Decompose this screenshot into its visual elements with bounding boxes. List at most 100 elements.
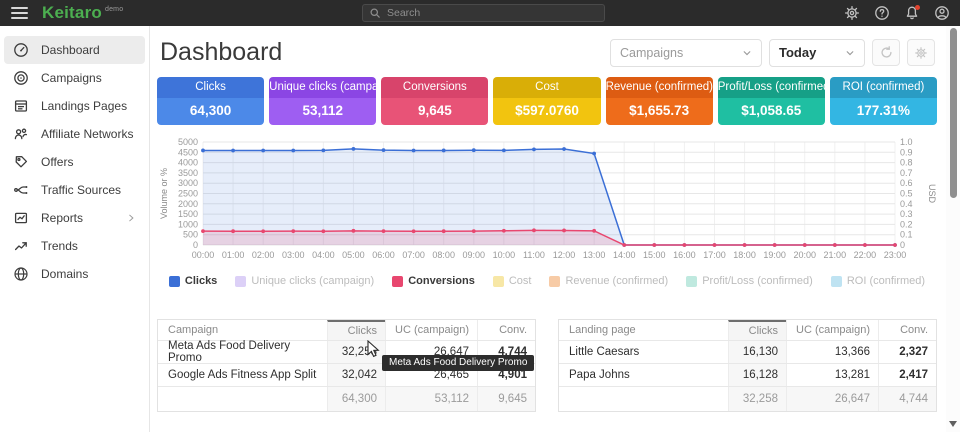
svg-text:07:00: 07:00 — [402, 250, 425, 260]
chart-legend: Clicks Unique clicks (campaign) Conversion… — [157, 273, 937, 289]
metric-card: Cost$597.0760 — [493, 77, 600, 125]
svg-text:0.2: 0.2 — [900, 219, 913, 229]
legend-label: Cost — [509, 275, 532, 287]
topbar: Keitarodemo — [0, 0, 960, 26]
sidebar-item-offers[interactable]: Offers — [4, 148, 145, 176]
totals-value-cell: 64,300 — [327, 387, 385, 411]
metric-card-value: 64,300 — [157, 98, 264, 125]
settings-gear-icon[interactable] — [843, 5, 860, 22]
sidebar-item-label: Landings Pages — [41, 99, 127, 113]
totals-empty-cell — [158, 387, 327, 411]
sidebar-item-label: Dashboard — [41, 43, 100, 57]
legend-item[interactable]: Cost — [493, 275, 532, 287]
column-header[interactable]: Clicks — [327, 320, 385, 340]
target-icon — [13, 70, 29, 86]
global-search[interactable] — [362, 4, 605, 22]
column-header[interactable]: UC (campaign) — [385, 320, 477, 340]
sidebar-item-campaigns[interactable]: Campaigns — [4, 64, 145, 92]
row-name-cell: Meta Ads Food Delivery Promo — [158, 341, 327, 363]
table-header-row: Landing pageClicksUC (campaign)Conv. — [559, 320, 936, 341]
sidebar-item-affiliate-networks[interactable]: Affiliate Networks — [4, 120, 145, 148]
legend-item[interactable]: Profit/Loss (confirmed) — [686, 275, 813, 287]
metric-card-label: Conversions — [381, 77, 488, 98]
svg-text:18:00: 18:00 — [733, 250, 756, 260]
dashboard-chart: 00:0001:0002:0003:0004:0005:0006:0007:00… — [157, 135, 937, 289]
row-value-cell: 32,042 — [327, 364, 385, 386]
scrollbar-thumb[interactable] — [950, 28, 957, 198]
legend-chip — [392, 276, 403, 287]
search-input[interactable] — [387, 7, 604, 19]
help-icon[interactable] — [873, 5, 890, 22]
metric-card-value: 53,112 — [269, 98, 376, 125]
notification-dot — [915, 5, 920, 10]
svg-text:2500: 2500 — [178, 189, 198, 199]
row-value-cell: 16,128 — [728, 364, 786, 386]
summary-tables: CampaignClicksUC (campaign)Conv.Meta Ads… — [157, 319, 937, 412]
metric-card-label: Cost — [493, 77, 600, 98]
brand-logo[interactable]: Keitarodemo — [42, 3, 123, 23]
date-range-select[interactable]: Today — [769, 39, 865, 67]
scrollbar-down-arrow[interactable] — [949, 421, 957, 427]
svg-text:02:00: 02:00 — [252, 250, 275, 260]
legend-chip — [235, 276, 246, 287]
sidebar-item-reports[interactable]: Reports — [4, 204, 145, 232]
column-header[interactable]: Clicks — [728, 320, 786, 340]
svg-text:0.5: 0.5 — [900, 189, 913, 199]
legend-chip — [549, 276, 560, 287]
legend-item[interactable]: ROI (confirmed) — [831, 275, 925, 287]
svg-text:19:00: 19:00 — [763, 250, 786, 260]
sidebar-item-trends[interactable]: Trends — [4, 232, 145, 260]
refresh-icon — [879, 45, 894, 60]
svg-text:500: 500 — [183, 230, 198, 240]
legend-chip — [686, 276, 697, 287]
trend-icon — [13, 238, 29, 254]
svg-text:1000: 1000 — [178, 219, 198, 229]
totals-value-cell: 32,258 — [728, 387, 786, 411]
totals-value-cell: 4,744 — [878, 387, 936, 411]
svg-text:05:00: 05:00 — [342, 250, 365, 260]
metric-card-label: Profit/Loss (confirmed) — [718, 77, 825, 98]
svg-text:11:00: 11:00 — [523, 250, 545, 260]
sidebar-item-label: Traffic Sources — [41, 183, 121, 197]
legend-item[interactable]: Unique clicks (campaign) — [235, 275, 374, 287]
totals-empty-cell — [559, 387, 728, 411]
legend-item[interactable]: Clicks — [169, 275, 217, 287]
column-header[interactable]: Conv. — [878, 320, 936, 340]
legend-label: Revenue (confirmed) — [565, 275, 668, 287]
column-header[interactable]: Campaign — [158, 320, 327, 340]
campaign-filter-select[interactable]: Campaigns — [610, 39, 762, 67]
svg-text:0.1: 0.1 — [900, 230, 913, 240]
svg-text:0.8: 0.8 — [900, 158, 913, 168]
svg-text:2000: 2000 — [178, 199, 198, 209]
row-value-cell: 2,417 — [878, 364, 936, 386]
metric-card: Revenue (confirmed)$1,655.73 — [606, 77, 713, 125]
metric-card: ROI (confirmed)177.31% — [830, 77, 937, 125]
column-header[interactable]: Landing page — [559, 320, 728, 340]
dashboard-settings-button[interactable] — [907, 39, 935, 66]
metric-card: Conversions9,645 — [381, 77, 488, 125]
metric-card-value: $1,655.73 — [606, 98, 713, 125]
metric-card-label: Clicks — [157, 77, 264, 98]
svg-text:12:00: 12:00 — [553, 250, 576, 260]
document-icon — [13, 98, 29, 114]
column-header[interactable]: Conv. — [477, 320, 535, 340]
menu-toggle-icon[interactable] — [11, 7, 28, 19]
column-header[interactable]: UC (campaign) — [786, 320, 878, 340]
legend-label: Clicks — [185, 275, 217, 287]
sidebar-item-dashboard[interactable]: Dashboard — [4, 36, 145, 64]
sidebar-item-domains[interactable]: Domains — [4, 260, 145, 288]
row-value-cell: 2,327 — [878, 341, 936, 363]
legend-item[interactable]: Conversions — [392, 275, 475, 287]
sidebar-item-landings-pages[interactable]: Landings Pages — [4, 92, 145, 120]
legend-item[interactable]: Revenue (confirmed) — [549, 275, 668, 287]
table-row[interactable]: Little Caesars16,13013,3662,327 — [559, 341, 936, 364]
chevron-down-icon — [845, 48, 855, 58]
table-row[interactable]: Papa Johns16,12813,2812,417 — [559, 364, 936, 387]
notifications-bell-icon[interactable] — [903, 5, 920, 22]
svg-text:10:00: 10:00 — [493, 250, 516, 260]
totals-value-cell: 26,647 — [786, 387, 878, 411]
sidebar-item-traffic-sources[interactable]: Traffic Sources — [4, 176, 145, 204]
refresh-button[interactable] — [872, 39, 900, 66]
user-account-icon[interactable] — [933, 5, 950, 22]
svg-text:1.0: 1.0 — [900, 137, 913, 147]
